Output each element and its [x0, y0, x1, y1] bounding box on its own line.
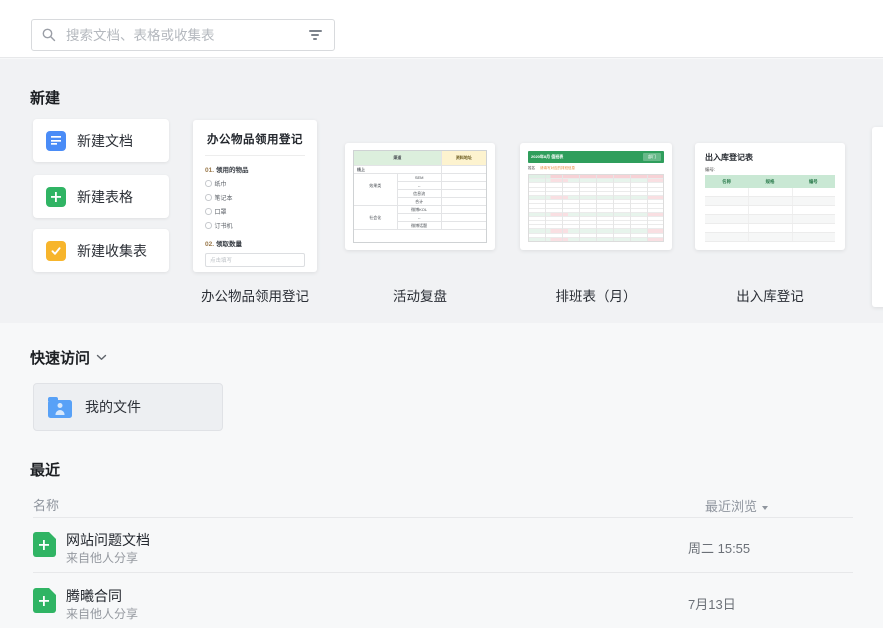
tpl1-question-2: 02.领取数量 — [205, 238, 305, 248]
new-doc-button[interactable]: 新建文档 — [33, 119, 169, 162]
divider — [33, 517, 853, 518]
filter-icon[interactable] — [306, 26, 324, 44]
search-box[interactable] — [31, 19, 335, 51]
sort-recent-viewed[interactable]: 最近浏览 — [705, 496, 768, 515]
new-sheet-icon — [46, 187, 66, 207]
tpl1-option: 纸巾 — [205, 179, 305, 188]
my-files-card[interactable]: 我的文件 — [33, 383, 223, 431]
search-input[interactable] — [64, 27, 306, 44]
section-title-quick-access: 快速访问 — [30, 347, 90, 368]
new-doc-label: 新建文档 — [77, 131, 133, 151]
new-section: 新建 新建文档 新建表格 新建收集表 办公物品领用登记 01.领用的物品 纸巾 … — [0, 59, 883, 323]
file-time: 7月13日 — [688, 594, 736, 613]
divider — [205, 155, 305, 156]
folder-shared-icon — [48, 400, 72, 418]
new-form-label: 新建收集表 — [77, 241, 147, 261]
top-bar — [0, 0, 883, 58]
template-card-activity-review[interactable]: 渠道 资料地址 线上 SEM 效果类 -- 信息流 — [345, 143, 495, 250]
file-title: 网站问题文档 — [66, 530, 150, 550]
my-files-label: 我的文件 — [85, 397, 141, 417]
section-title-recent: 最近 — [30, 459, 60, 480]
new-form-icon — [46, 241, 66, 261]
tpl1-question-1: 01.领用的物品 — [205, 164, 305, 174]
tpl4-table-header: 名称 规格 编号 — [705, 175, 835, 188]
sort-caret-icon — [762, 506, 768, 510]
tpl3-mini-grid — [528, 174, 664, 242]
tpl1-title: 办公物品领用登记 — [205, 131, 305, 147]
tpl2-mini-table: 渠道 资料地址 线上 SEM 效果类 -- 信息流 — [353, 150, 487, 243]
file-subtitle: 来自他人分享 — [66, 605, 138, 622]
chevron-down-icon[interactable] — [96, 354, 107, 361]
radio-icon — [205, 222, 212, 229]
tpl1-input-preview: 点击填写 — [205, 253, 305, 267]
file-subtitle: 来自他人分享 — [66, 549, 138, 566]
template-card-partial[interactable] — [872, 127, 883, 307]
recent-row-2[interactable]: 腾曦合同 来自他人分享 7月13日 — [30, 580, 853, 628]
quick-access-header[interactable]: 快速访问 — [30, 347, 107, 368]
template-card-schedule[interactable]: 2020年8月 值班表 部门 姓名 请填写对应的排班信息 — [520, 143, 672, 250]
tpl1-option: 订书机 — [205, 221, 305, 230]
new-sheet-label: 新建表格 — [77, 187, 133, 207]
radio-icon — [205, 180, 212, 187]
new-sheet-button[interactable]: 新建表格 — [33, 175, 169, 218]
column-header-name: 名称 — [33, 495, 59, 514]
tpl4-table-rows — [705, 188, 835, 242]
template-label-schedule: 排班表（月） — [556, 285, 637, 305]
divider — [33, 572, 853, 573]
template-label-warehouse-log: 出入库登记 — [736, 285, 804, 305]
template-card-office-supplies[interactable]: 办公物品领用登记 01.领用的物品 纸巾 笔记本 口罩 订书机 02.领取数量 … — [193, 120, 317, 272]
tpl3-subheader: 姓名 请填写对应的排班信息 — [528, 165, 664, 172]
template-label-office-supplies: 办公物品领用登记 — [201, 285, 309, 305]
file-title: 腾曦合同 — [66, 586, 122, 606]
template-card-warehouse-log[interactable]: 出入库登记表 编号: 名称 规格 编号 — [695, 143, 845, 250]
tpl1-option: 口罩 — [205, 207, 305, 216]
section-title-new: 新建 — [30, 87, 60, 108]
file-time: 周二 15:55 — [688, 538, 750, 557]
template-label-activity-review: 活动复盘 — [393, 285, 447, 305]
sheet-file-icon — [33, 588, 56, 613]
new-doc-icon — [46, 131, 66, 151]
search-icon — [42, 28, 56, 42]
new-form-button[interactable]: 新建收集表 — [33, 229, 169, 272]
radio-icon — [205, 208, 212, 215]
tpl3-header-bar: 2020年8月 值班表 部门 — [528, 151, 664, 163]
tpl1-option: 笔记本 — [205, 193, 305, 202]
recent-row-1[interactable]: 网站问题文档 来自他人分享 周二 15:55 — [30, 524, 853, 572]
radio-icon — [205, 194, 212, 201]
sheet-file-icon — [33, 532, 56, 557]
